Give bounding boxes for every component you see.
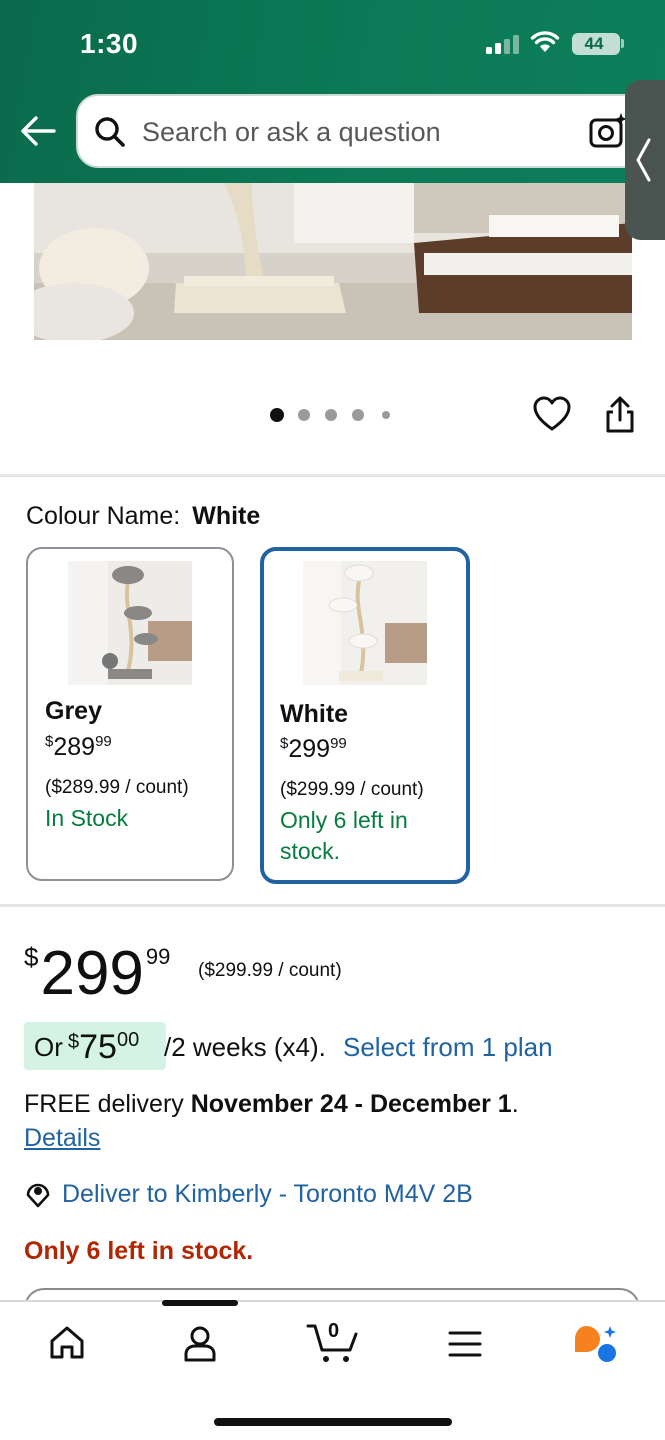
rufus-assistant-icon[interactable] (572, 1324, 620, 1364)
app-header: 1:30 44 Search or ask a question (0, 0, 665, 183)
price-whole: 299 (40, 939, 144, 1008)
bottom-navigation: 0 (0, 1300, 665, 1440)
product-price: $29999 (24, 938, 170, 1009)
variant-name: White (280, 700, 349, 728)
variant-price: $28999 (45, 733, 112, 762)
variant-swatch-grey[interactable]: Grey $28999 ($289.99 / count) In Stock (26, 547, 234, 881)
battery-level: 44 (584, 34, 604, 53)
plan-terms: /2 weeks (x4). (164, 1032, 326, 1062)
delivery-details-link[interactable]: Details (24, 1124, 100, 1153)
search-icon (95, 117, 125, 147)
battery-nub (621, 39, 624, 48)
variant-thumbnail-grey (68, 561, 192, 685)
product-photo-cat-tree (34, 183, 632, 340)
location-pin-icon[interactable] (24, 1180, 52, 1208)
price-cents: 99 (145, 944, 171, 969)
carousel-dot[interactable] (352, 409, 364, 421)
variant-price: $29999 (280, 735, 347, 764)
variant-price-cents: 99 (330, 735, 347, 752)
section-divider (0, 474, 665, 477)
delivery-suffix: . (511, 1090, 519, 1118)
menu-icon[interactable] (448, 1330, 482, 1358)
status-time: 1:30 (80, 28, 139, 59)
colour-label-text: Colour Name: (26, 502, 181, 530)
plan-amount: $7500 (68, 1028, 139, 1067)
deliver-to-link[interactable]: Deliver to Kimberly - Toronto M4V 2B (62, 1180, 473, 1209)
variant-unit-price: ($299.99 / count) (280, 779, 424, 800)
variant-currency: $ (280, 735, 289, 752)
carousel-dot[interactable] (298, 409, 310, 421)
wifi-icon (530, 31, 560, 52)
stock-warning: Only 6 left in stock. (24, 1237, 254, 1265)
price-per-unit: ($299.99 / count) (198, 960, 342, 981)
variant-price-whole: 299 (288, 735, 331, 763)
delivery-prefix: FREE delivery (24, 1090, 184, 1118)
colour-selected-value: White (192, 502, 261, 530)
home-icon[interactable] (48, 1324, 86, 1362)
select-plan-link[interactable]: Select from 1 plan (343, 1032, 553, 1063)
delivery-info: FREE delivery November 24 - December 1. (24, 1090, 519, 1119)
share-icon[interactable] (604, 396, 636, 434)
plan-amount-whole: 75 (79, 1028, 117, 1066)
plan-prefix: Or (34, 1032, 63, 1062)
payment-plan-badge: Or $7500 (24, 1022, 166, 1070)
search-input[interactable]: Search or ask a question (142, 116, 441, 148)
variant-stock-status: Only 6 left in stock. (280, 807, 408, 864)
variant-thumbnail-white (303, 561, 427, 685)
variant-unit-price: ($289.99 / count) (45, 777, 189, 798)
carousel-dot[interactable] (325, 409, 337, 421)
plan-amount-cents: 00 (116, 1029, 140, 1051)
variant-currency: $ (45, 733, 54, 750)
camera-search-icon[interactable] (588, 112, 628, 152)
account-icon[interactable] (181, 1324, 219, 1364)
search-bar[interactable]: Search or ask a question (76, 94, 656, 168)
plan-currency: $ (68, 1031, 80, 1053)
carousel-dot[interactable] (382, 411, 390, 419)
battery-indicator: 44 (572, 33, 620, 55)
wishlist-heart-icon[interactable] (533, 396, 571, 432)
section-divider (0, 904, 665, 907)
variant-price-whole: 289 (53, 733, 96, 761)
side-panel-tab[interactable] (625, 80, 665, 240)
delivery-dates: November 24 - December 1 (190, 1090, 512, 1118)
back-arrow-icon[interactable] (20, 114, 56, 148)
cart-count-badge: 0 (328, 1320, 340, 1342)
variant-swatch-white[interactable]: White $29999 ($299.99 / count) Only 6 le… (260, 547, 470, 884)
colour-name-label: Colour Name: White (26, 502, 260, 531)
product-image[interactable] (34, 183, 632, 340)
home-indicator (214, 1418, 452, 1426)
variant-stock-status: In Stock (45, 805, 129, 831)
cart-button[interactable]: 0 (306, 1320, 362, 1366)
variant-name: Grey (45, 697, 102, 725)
price-currency: $ (24, 942, 39, 972)
cellular-signal-icon (486, 35, 519, 54)
carousel-dot-active[interactable] (270, 408, 284, 422)
variant-price-cents: 99 (95, 733, 112, 750)
chevron-left-icon (636, 138, 651, 182)
nav-active-indicator (162, 1300, 238, 1306)
